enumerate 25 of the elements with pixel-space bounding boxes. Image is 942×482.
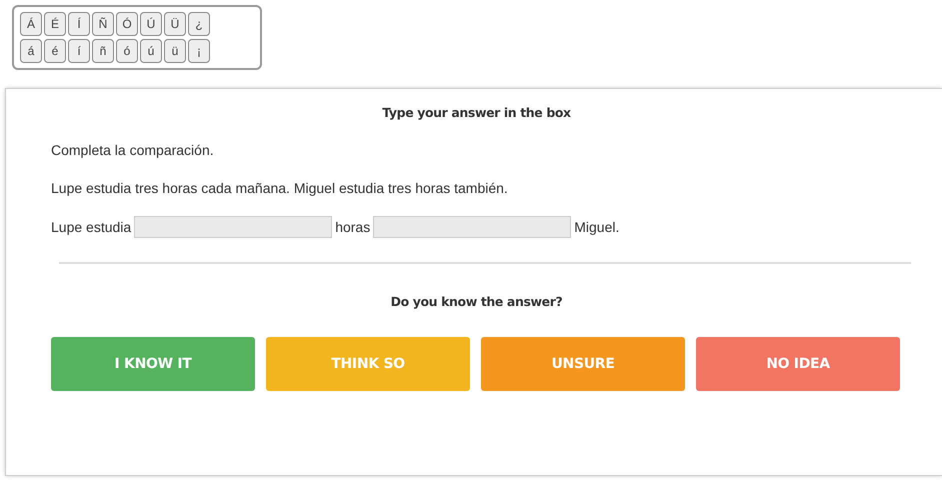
sentence-text: Lupe estudia	[51, 219, 132, 235]
character-key[interactable]: É	[44, 12, 66, 36]
character-key[interactable]: á	[20, 39, 42, 63]
character-key[interactable]: ó	[116, 39, 138, 63]
character-key[interactable]: Á	[20, 12, 42, 36]
answer-field[interactable]	[373, 216, 572, 238]
character-key[interactable]: í	[68, 39, 90, 63]
character-key[interactable]: Ü	[164, 12, 186, 36]
character-key[interactable]: ü	[164, 39, 186, 63]
answer-field[interactable]	[134, 216, 332, 238]
prompt-text: Lupe estudia tres horas cada mañana. Miguel estudia tres horas también.	[51, 180, 509, 196]
card-heading: Type your answer in the box	[382, 105, 571, 120]
character-key[interactable]: ¡	[188, 39, 210, 63]
character-key[interactable]: Í	[68, 12, 90, 36]
character-key[interactable]: Ó	[116, 12, 138, 36]
character-key[interactable]: é	[44, 39, 66, 63]
sentence-text: horas	[335, 219, 370, 235]
character-key[interactable]: ¿	[188, 12, 210, 36]
question-text: Do you know the answer?	[390, 294, 562, 309]
character-key[interactable]: ú	[140, 39, 162, 63]
character-key[interactable]: Ú	[140, 12, 162, 36]
character-key[interactable]: ñ	[92, 39, 114, 63]
instruction-text: Completa la comparación.	[51, 142, 215, 158]
character-key[interactable]: Ñ	[92, 12, 114, 36]
sentence-text: Miguel.	[574, 219, 620, 235]
